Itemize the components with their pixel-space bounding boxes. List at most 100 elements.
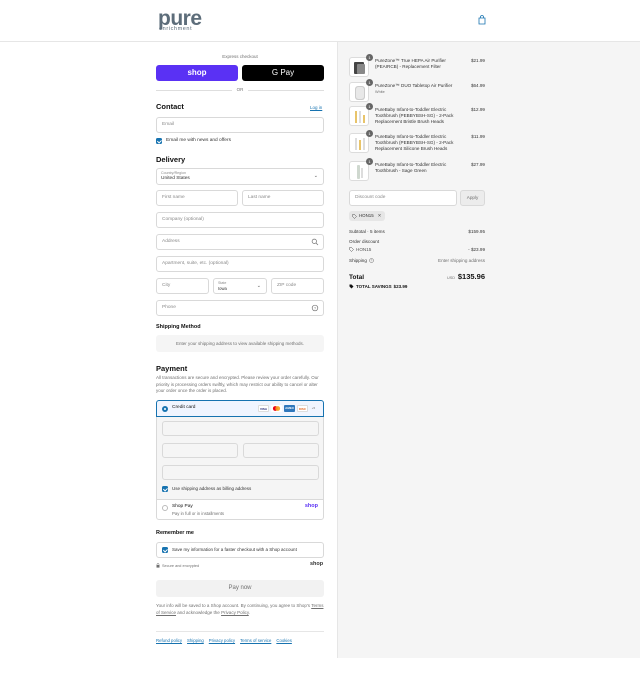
save-info-label: Save my information for a faster checkou… [172, 547, 297, 552]
remove-discount-icon[interactable]: ✕ [378, 211, 382, 221]
terms-of-service-link[interactable]: Terms of service [240, 638, 271, 643]
city-field[interactable]: City [156, 278, 209, 294]
privacy-policy-link[interactable]: Privacy policy [209, 638, 235, 643]
address-field[interactable]: Address [156, 234, 324, 250]
tag-icon [349, 247, 354, 252]
total-row: Total USD $135.96 [349, 272, 485, 282]
item-price: $12.99 [470, 107, 485, 112]
payment-heading: Payment [156, 364, 188, 373]
credit-card-radio[interactable] [162, 406, 168, 412]
quantity-badge: 1 [366, 130, 373, 137]
brand-logo[interactable]: pure enrichment [158, 8, 204, 33]
shop-pay-option[interactable]: Shop Pay Pay in full or in installments … [156, 499, 324, 520]
refund-policy-link[interactable]: Refund policy [156, 638, 182, 643]
legal-text-after: . [248, 609, 251, 615]
credit-card-label: Credit card [172, 405, 196, 410]
google-pay-button[interactable]: G Pay [242, 65, 324, 81]
cart-item: 1 PureBaby Infant-to-Toddler Electric To… [349, 158, 485, 183]
billing-address-label: Use shipping address as billing address [172, 486, 252, 491]
company-field[interactable]: Company (optional) [156, 212, 324, 228]
info-icon[interactable]: ? [369, 258, 374, 263]
tag-icon [349, 284, 354, 289]
cart-item: 1 PureZone™ DUO Tabletop Air Purifier Wh… [349, 79, 485, 104]
discount-code-label: HON15 [356, 247, 372, 252]
phone-field[interactable]: Phone ? [156, 300, 324, 316]
help-icon[interactable]: ? [311, 304, 319, 312]
quantity-badge: 1 [366, 54, 373, 61]
delivery-heading: Delivery [156, 155, 186, 164]
phone-placeholder: Phone [162, 305, 176, 310]
quantity-badge: 1 [366, 103, 373, 110]
total-savings: TOTAL SAVINGS $23.99 [349, 284, 407, 289]
item-price: $27.99 [470, 162, 485, 167]
quantity-badge: 1 [366, 158, 373, 165]
product-thumbnail [349, 133, 369, 153]
first-name-field[interactable]: First name [156, 190, 238, 206]
state-label: State [218, 281, 227, 285]
cookies-link[interactable]: Cookies [276, 638, 292, 643]
address-placeholder: Address [162, 239, 180, 244]
item-price: $64.99 [470, 83, 485, 88]
privacy-link[interactable]: Privacy Policy [221, 610, 249, 615]
discount-code-field[interactable]: Discount code [349, 190, 457, 206]
apply-discount-button[interactable]: Apply [460, 190, 485, 206]
country-select[interactable]: Country/Region United States ⌄ [156, 168, 324, 185]
discount-code-row: HON15 - $23.99 [349, 247, 485, 254]
item-name: PureZone™ DUO Tabletop Air Purifier Whit… [375, 83, 460, 95]
zip-field[interactable]: ZIP code [271, 278, 324, 294]
shipping-label-cell: Shipping ? [349, 258, 374, 263]
item-price: $21.99 [470, 58, 485, 63]
discount-value: - $23.99 [468, 247, 485, 252]
subtotal-value: $159.95 [468, 229, 485, 234]
item-variant: White [375, 90, 385, 94]
login-link[interactable]: Log in [310, 105, 322, 110]
shipping-value: Enter shipping address [438, 258, 485, 263]
express-checkout-label: Express checkout [222, 54, 258, 59]
item-name: PureBaby Infant-to-Toddler Electric Toot… [375, 134, 454, 151]
last-name-field[interactable]: Last name [242, 190, 324, 206]
amex-icon: AMEX [284, 405, 295, 412]
security-code-field[interactable] [243, 443, 319, 458]
shop-pay-express-button[interactable]: shop [156, 65, 238, 81]
product-thumbnail [349, 57, 369, 77]
shop-pay-label: Shop Pay [172, 504, 193, 509]
discount-code-cell: HON15 [349, 247, 371, 252]
billing-address-checkbox[interactable] [162, 486, 168, 492]
subtotal-row: Subtotal · 5 items $159.95 [349, 229, 485, 236]
name-on-card-field[interactable] [162, 465, 319, 480]
save-info-checkbox[interactable] [162, 547, 168, 553]
order-discount-label: Order discount [349, 239, 380, 244]
expiration-field[interactable] [162, 443, 238, 458]
footer-links: Refund policy Shipping Privacy policy Te… [156, 631, 324, 643]
site-header: pure enrichment [0, 0, 640, 42]
total-value: $135.96 [457, 272, 485, 281]
state-select[interactable]: State Iowa ⌄ [213, 278, 267, 294]
shopping-bag-icon[interactable] [478, 15, 486, 25]
discover-icon: DISC [297, 405, 308, 412]
shipping-row: Shipping ? Enter shipping address [349, 258, 485, 265]
legal-text-before: Your info will be saved to a Shop accoun… [156, 603, 312, 608]
apartment-field[interactable]: Apartment, suite, etc. (optional) [156, 256, 324, 272]
lock-icon [156, 563, 160, 568]
pay-now-button[interactable]: Pay now [156, 580, 324, 597]
item-name-text: PureZone™ DUO Tabletop Air Purifier [375, 83, 453, 88]
card-number-field[interactable] [162, 421, 319, 436]
svg-text:?: ? [371, 259, 373, 263]
cart-item: 1 PureBaby Infant-to-Toddler Electric To… [349, 103, 485, 128]
payment-note: All transactions are secure and encrypte… [156, 375, 319, 393]
news-checkbox[interactable] [156, 138, 162, 144]
shipping-method-heading: Shipping Method [156, 324, 201, 330]
credit-card-option[interactable]: Credit card VISA AMEX DISC +5 [156, 400, 324, 417]
product-thumbnail [349, 161, 369, 181]
save-info-box: Save my information for a faster checkou… [156, 542, 324, 558]
country-value: United States [161, 176, 190, 181]
page-bottom [0, 658, 640, 683]
shop-logo: shop [310, 561, 324, 567]
shipping-method-notice: Enter your shipping address to view avai… [156, 335, 324, 352]
email-field[interactable]: Email [156, 117, 324, 133]
shipping-link[interactable]: Shipping [187, 638, 204, 643]
item-price: $11.99 [471, 134, 485, 139]
mastercard-icon [271, 405, 282, 412]
or-divider: OR [156, 87, 324, 93]
shop-pay-radio[interactable] [162, 505, 168, 511]
